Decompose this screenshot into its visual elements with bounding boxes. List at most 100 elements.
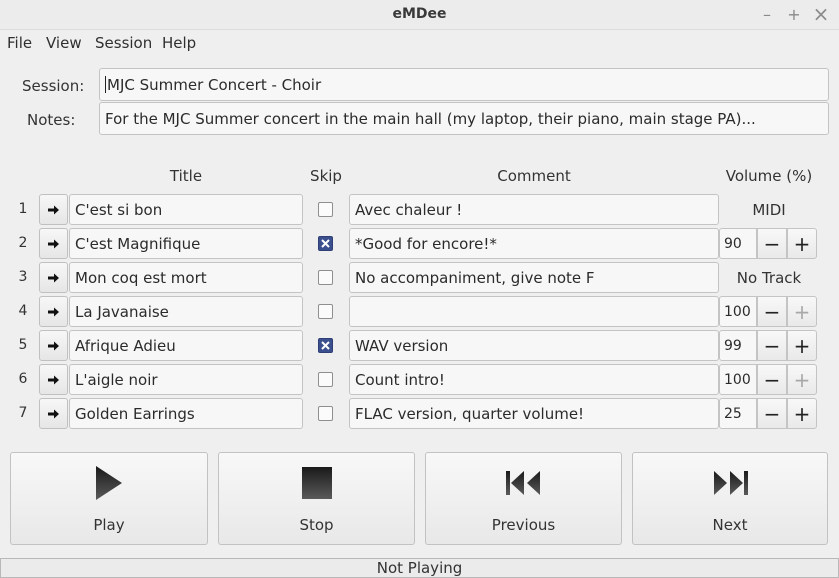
volume-input[interactable]: 99 (719, 330, 757, 361)
menu-session[interactable]: Session (95, 34, 152, 52)
volume-input[interactable]: 100 (719, 296, 757, 327)
volume-value: 25 (724, 405, 742, 422)
session-input[interactable]: MJC Summer Concert - Choir (99, 68, 829, 101)
volume-value: 99 (724, 337, 742, 354)
close-button[interactable]: × (810, 2, 832, 26)
row-number: 1 (18, 201, 28, 217)
track-title-value: L'aigle noir (75, 370, 158, 389)
skip-checkbox[interactable] (318, 406, 333, 421)
menu-bar: File View Session Help (0, 31, 839, 55)
previous-button[interactable]: Previous (425, 452, 622, 545)
volume-input[interactable]: 25 (719, 398, 757, 429)
track-title-value: C'est si bon (75, 200, 163, 219)
text-cursor (105, 76, 106, 93)
notes-label: Notes: (27, 111, 76, 129)
menu-help[interactable]: Help (162, 34, 196, 52)
track-title-value: Mon coq est mort (75, 268, 207, 287)
volume-value: 90 (724, 235, 742, 252)
stop-button-label: Stop (299, 516, 334, 534)
skip-checkbox[interactable] (318, 236, 333, 251)
play-track-button[interactable] (39, 364, 68, 395)
track-title-value: Afrique Adieu (75, 336, 176, 355)
track-title-input[interactable]: Afrique Adieu (69, 330, 303, 361)
comment-input[interactable]: FLAC version, quarter volume! (349, 398, 719, 429)
volume-decrease-button[interactable]: − (757, 330, 787, 361)
volume-decrease-button[interactable]: − (757, 296, 787, 327)
play-button[interactable]: Play (10, 452, 208, 545)
play-track-button[interactable] (39, 194, 68, 225)
skip-checkbox[interactable] (318, 304, 333, 319)
volume-increase-button[interactable]: + (787, 330, 817, 361)
row-number: 4 (18, 303, 28, 319)
notes-input[interactable]: For the MJC Summer concert in the main h… (99, 102, 829, 135)
window-title: eMDee (392, 6, 447, 22)
track-title-input[interactable]: C'est Magnifique (69, 228, 303, 259)
comment-input[interactable]: Avec chaleur ! (349, 194, 719, 225)
stop-button[interactable]: Stop (218, 452, 415, 545)
volume-decrease-button[interactable]: − (757, 398, 787, 429)
skip-checkbox[interactable] (318, 202, 333, 217)
session-input-value: MJC Summer Concert - Choir (107, 75, 322, 94)
volume-increase-button[interactable]: + (787, 228, 817, 259)
menu-file[interactable]: File (7, 34, 32, 52)
skip-checkbox[interactable] (318, 338, 333, 353)
play-track-button[interactable] (39, 296, 68, 327)
comment-input[interactable]: Count intro! (349, 364, 719, 395)
volume-value: 100 (724, 303, 751, 320)
play-track-button[interactable] (39, 330, 68, 361)
comment-input[interactable] (349, 296, 719, 327)
previous-button-label: Previous (491, 516, 556, 534)
status-bar: Not Playing (0, 558, 839, 578)
skip-checkbox[interactable] (318, 270, 333, 285)
notes-input-value: For the MJC Summer concert in the main h… (105, 109, 756, 128)
play-track-button[interactable] (39, 228, 68, 259)
comment-value: Count intro! (355, 370, 445, 389)
stop-icon (301, 467, 332, 499)
column-header-skip: Skip (310, 167, 342, 185)
arrow-right-icon (47, 341, 59, 350)
arrow-right-icon (47, 205, 59, 214)
title-bar: eMDee – + × (0, 0, 839, 30)
volume-input[interactable]: 90 (719, 228, 757, 259)
comment-input[interactable]: *Good for encore!* (349, 228, 719, 259)
play-button-label: Play (93, 516, 125, 534)
arrow-right-icon (47, 409, 59, 418)
comment-value: WAV version (355, 336, 449, 355)
column-header-comment: Comment (497, 167, 571, 185)
volume-status-text: MIDI (752, 201, 786, 219)
arrow-right-icon (47, 307, 59, 316)
menu-view[interactable]: View (46, 34, 82, 52)
row-number: 3 (18, 269, 28, 285)
maximize-button[interactable]: + (783, 3, 805, 25)
checkmark-x-icon (321, 239, 330, 248)
comment-input[interactable]: No accompaniment, give note F (349, 262, 719, 293)
comment-value: *Good for encore!* (355, 234, 497, 253)
volume-increase-button[interactable]: + (787, 398, 817, 429)
arrow-right-icon (47, 239, 59, 248)
next-button[interactable]: Next (632, 452, 828, 545)
volume-decrease-button[interactable]: − (757, 228, 787, 259)
track-title-input[interactable]: Mon coq est mort (69, 262, 303, 293)
track-title-value: C'est Magnifique (75, 234, 201, 253)
play-track-button[interactable] (39, 262, 68, 293)
track-title-input[interactable]: Golden Earrings (69, 398, 303, 429)
session-label: Session: (22, 77, 85, 95)
track-title-input[interactable]: L'aigle noir (69, 364, 303, 395)
volume-increase-button[interactable]: + (787, 364, 817, 395)
comment-value: Avec chaleur ! (355, 200, 463, 219)
volume-increase-button[interactable]: + (787, 296, 817, 327)
comment-value: No accompaniment, give note F (355, 268, 595, 287)
track-title-input[interactable]: La Javanaise (69, 296, 303, 327)
track-title-input[interactable]: C'est si bon (69, 194, 303, 225)
minimize-button[interactable]: – (756, 3, 778, 25)
row-number: 2 (18, 235, 28, 251)
comment-value: FLAC version, quarter volume! (355, 404, 585, 423)
track-title-value: La Javanaise (75, 302, 169, 321)
volume-decrease-button[interactable]: − (757, 364, 787, 395)
skip-checkbox[interactable] (318, 372, 333, 387)
volume-input[interactable]: 100 (719, 364, 757, 395)
comment-input[interactable]: WAV version (349, 330, 719, 361)
skip-previous-icon (505, 471, 540, 495)
play-track-button[interactable] (39, 398, 68, 429)
play-icon (96, 466, 122, 500)
